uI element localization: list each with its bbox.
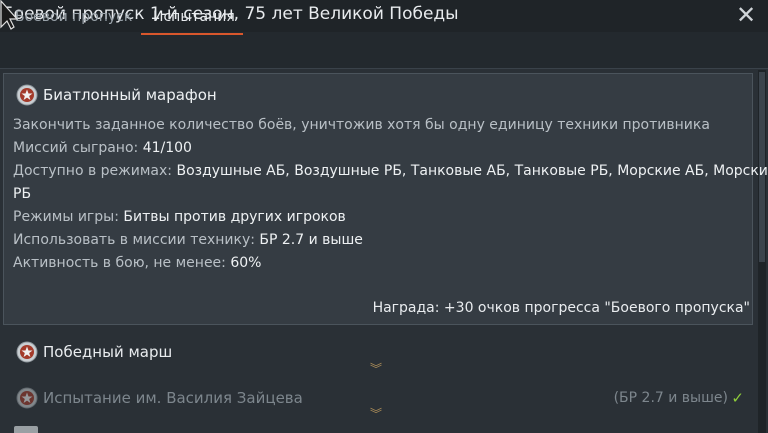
detail-value: БР 2.7 и выше bbox=[259, 232, 363, 248]
challenge-reward: Награда: +30 очков прогресса "Боевого пр… bbox=[372, 300, 750, 316]
active-tab-indicator bbox=[141, 33, 243, 35]
detail-missions-played: Миссий сыграно: 41/100 bbox=[13, 140, 192, 156]
detail-available-modes-cont: РБ bbox=[13, 186, 31, 202]
next-challenge-icon bbox=[14, 426, 38, 433]
tab-challenges[interactable]: Испытания bbox=[153, 9, 235, 25]
challenge-title[interactable]: Испытание им. Василия Зайцева bbox=[43, 389, 303, 407]
detail-available-modes: Доступно в режимах: Воздушные АБ, Воздуш… bbox=[13, 163, 768, 179]
expand-chevron-icon[interactable]: ︾ bbox=[370, 363, 382, 375]
detail-value: 41/100 bbox=[142, 140, 192, 156]
challenge-requirement: (БР 2.7 и выше) bbox=[613, 390, 728, 406]
star-medal-icon bbox=[16, 387, 38, 409]
detail-value: Воздушные АБ, Воздушные РБ, Танковые АБ,… bbox=[176, 163, 768, 179]
star-medal-icon bbox=[16, 84, 38, 106]
tab-bar bbox=[0, 32, 768, 69]
detail-label: Режимы игры: bbox=[13, 209, 124, 225]
challenge-title[interactable]: Биатлонный марафон bbox=[43, 86, 217, 104]
challenge-description: Закончить заданное количество боёв, унич… bbox=[13, 117, 710, 133]
detail-label: Миссий сыграно: bbox=[13, 140, 143, 156]
detail-activity: Активность в бою, не менее: 60% bbox=[13, 255, 261, 271]
completed-check-icon: ✓ bbox=[731, 389, 744, 407]
close-icon[interactable]: ✕ bbox=[734, 2, 758, 28]
tab-battle-pass[interactable]: Боевой пропуск bbox=[15, 9, 132, 25]
detail-label: Доступно в режимах: bbox=[13, 163, 177, 179]
expand-chevron-icon[interactable]: ︾ bbox=[370, 408, 382, 420]
detail-label: Использовать в миссии технику: bbox=[13, 232, 260, 248]
mouse-cursor-icon bbox=[0, 0, 18, 30]
star-medal-icon bbox=[16, 341, 38, 363]
detail-value: 60% bbox=[230, 255, 262, 271]
challenge-card-expanded bbox=[3, 73, 753, 325]
detail-label: Активность в бою, не менее: bbox=[13, 255, 231, 271]
challenge-title[interactable]: Победный марш bbox=[43, 343, 172, 361]
detail-vehicle-br: Использовать в миссии технику: БР 2.7 и … bbox=[13, 232, 363, 248]
detail-value: Битвы против других игроков bbox=[123, 209, 346, 225]
detail-value: РБ bbox=[13, 186, 32, 202]
detail-game-modes: Режимы игры: Битвы против других игроков bbox=[13, 209, 346, 225]
